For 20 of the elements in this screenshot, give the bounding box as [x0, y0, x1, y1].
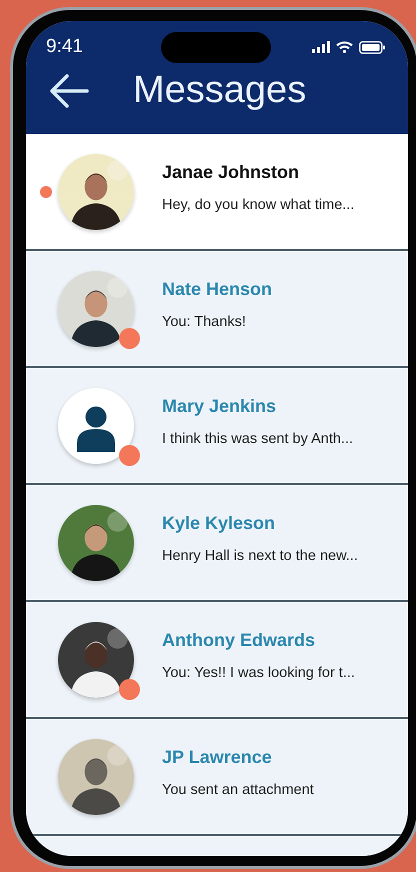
contact-name: Kyle Kyleson — [162, 513, 276, 534]
message-preview: I think this was sent by Anth... — [162, 431, 354, 447]
person-icon — [76, 406, 116, 452]
wifi-icon — [336, 41, 353, 53]
message-preview: You: Thanks! — [162, 314, 247, 330]
contact-name: Mary Jenkins — [162, 396, 278, 417]
screen-title: Messages — [133, 69, 306, 112]
contact-name: JP Lawrence — [162, 747, 273, 768]
conversation-item[interactable]: Janae Johnston Hey, do you know what time... — [26, 134, 408, 251]
back-arrow-icon[interactable] — [49, 72, 89, 108]
contact-name: Anthony Edwards — [162, 630, 316, 651]
message-preview: You: Yes!! I was looking for t... — [162, 665, 355, 681]
contact-name: Nate Henson — [162, 279, 272, 300]
message-preview: Hey, do you know what time... — [162, 197, 354, 213]
battery-icon — [359, 40, 386, 54]
contact-name: Janae Johnston — [162, 162, 300, 183]
message-preview: You sent an attachment — [162, 782, 314, 798]
status-time: 9:41 — [46, 36, 84, 58]
signal-icon — [312, 41, 330, 53]
message-preview: Henry Hall is next to the new... — [162, 548, 358, 564]
